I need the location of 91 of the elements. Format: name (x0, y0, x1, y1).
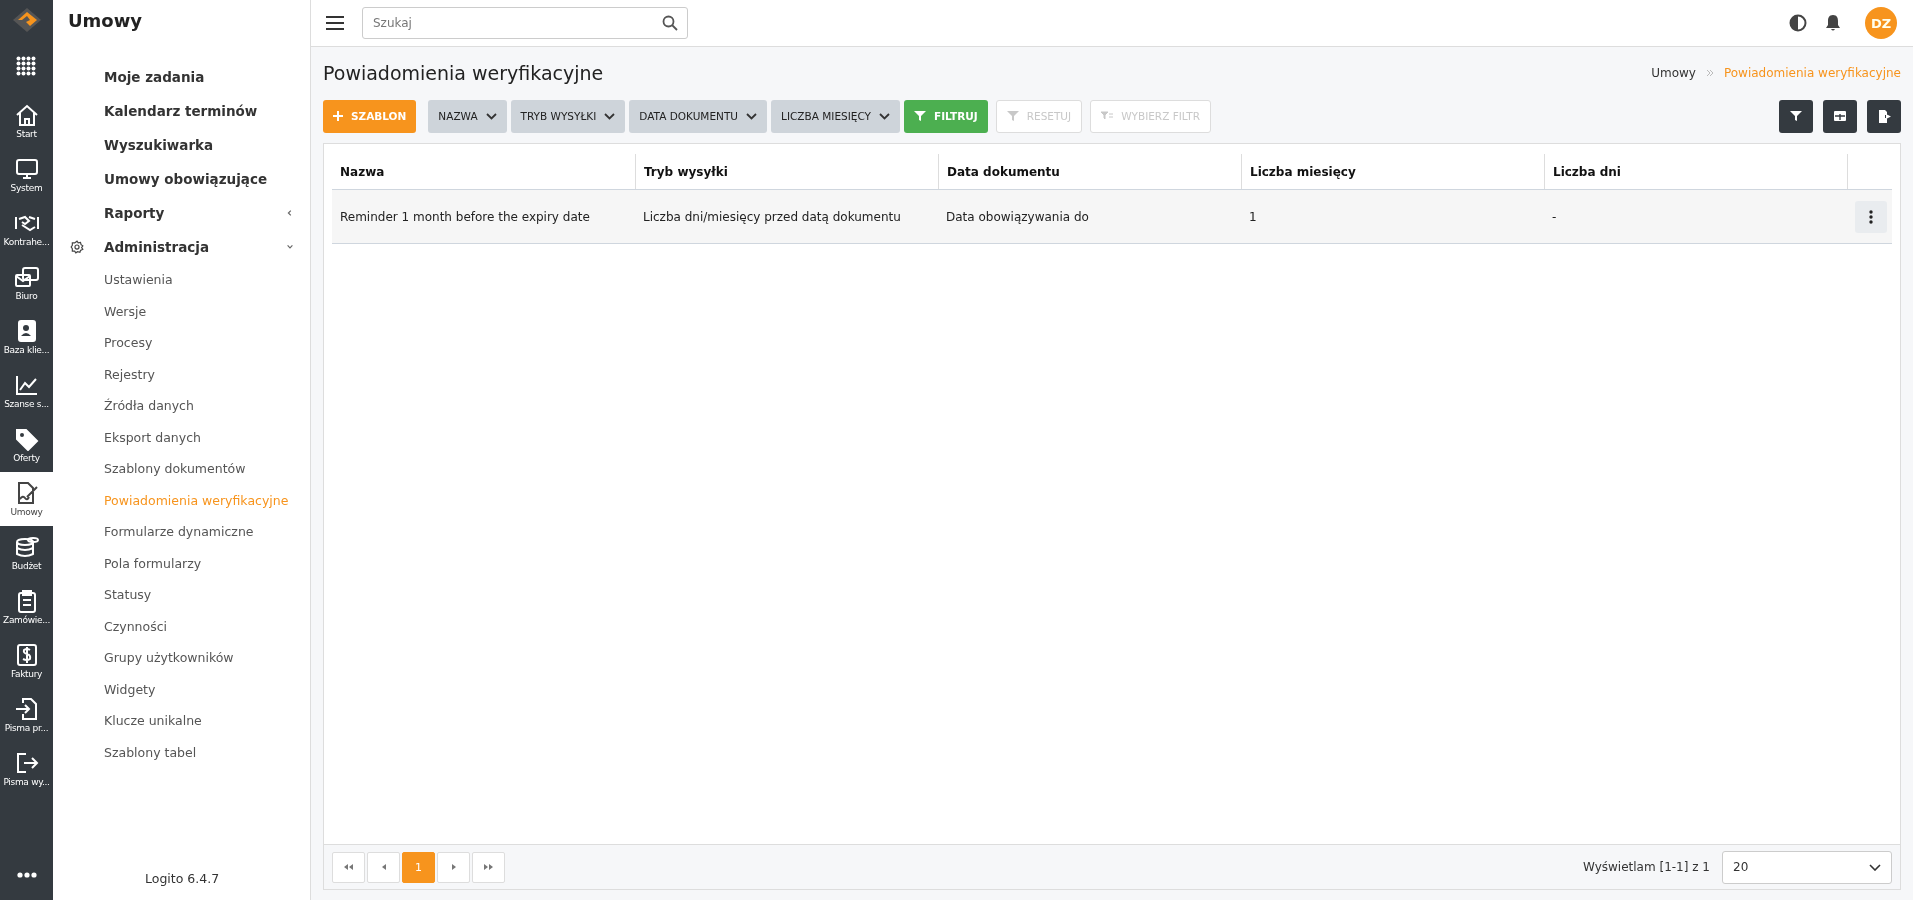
table-cell-text: Liczba dni/miesięcy przed datą dokumentu (642, 208, 902, 226)
monitor-icon (13, 157, 40, 181)
separator-icon (1705, 69, 1714, 77)
sidebar-item[interactable]: Raporty (53, 196, 310, 230)
rail-item[interactable]: Faktury (0, 634, 53, 688)
filter-dropdown[interactable]: NAZWA (428, 99, 507, 133)
page-summary: Wyświetlam [1-1] z 1 (1583, 860, 1710, 874)
sidebar-subitem[interactable]: Szablony dokumentów (53, 453, 310, 485)
file-export-icon (1877, 109, 1891, 123)
right-icon (451, 864, 456, 870)
column-header[interactable]: Nazwa (332, 154, 635, 189)
plus-icon (333, 111, 343, 121)
rail-item[interactable]: Zamówie... (0, 580, 53, 634)
sidebar-item[interactable]: Wyszukiwarka (53, 128, 310, 162)
sidebar-subitem[interactable]: Czynności (53, 610, 310, 642)
rail-item[interactable]: Budżet (0, 526, 53, 580)
sidebar-item[interactable]: Administracja (53, 230, 310, 264)
file-import-icon (13, 697, 40, 721)
rail-item[interactable]: Umowy (0, 472, 53, 526)
sidebar-subitem[interactable]: Ustawienia (53, 264, 310, 296)
table-cell-text: Reminder 1 month before the expiry date (339, 208, 591, 226)
coins-icon (13, 535, 40, 559)
more-icon[interactable] (16, 872, 37, 878)
search-icon[interactable] (662, 15, 678, 31)
row-menu-button[interactable] (1855, 200, 1887, 233)
filter-clear-icon (1006, 110, 1019, 122)
contrast-icon[interactable] (1789, 14, 1807, 32)
logo-icon (11, 7, 42, 33)
double-right-icon (484, 864, 493, 870)
envelope-icon (13, 265, 40, 289)
sidebar-subitem[interactable]: Szablony tabel (53, 736, 310, 768)
filter-dropdown[interactable]: TRYB WYSYŁKI (510, 99, 626, 133)
caret-icon (485, 112, 497, 120)
rail-item[interactable]: Pisma wy... (0, 742, 53, 796)
apps-grid-icon[interactable] (15, 56, 38, 78)
sidebar-subitem[interactable]: Statusy (53, 579, 310, 611)
sidebar-subitem[interactable]: Źródła danych (53, 390, 310, 422)
filter-settings-button[interactable] (1779, 99, 1813, 133)
sidebar-item[interactable]: Kalendarz terminów (53, 94, 310, 128)
table-icon (1834, 111, 1846, 121)
sidebar-item[interactable]: Umowy obowiązujące (53, 162, 310, 196)
rail-item[interactable]: Biuro (0, 256, 53, 310)
caret-icon (746, 112, 758, 120)
caret-icon (1869, 863, 1881, 871)
left-icon (381, 864, 386, 870)
settings-icon (70, 240, 84, 254)
filter-icon (1790, 111, 1802, 121)
table-cell-text: - (1551, 208, 1558, 226)
rail-item[interactable]: Oferty (0, 418, 53, 472)
columns-button[interactable] (1823, 99, 1857, 133)
caret-icon (604, 112, 616, 120)
filter-icon (914, 110, 926, 122)
page-size-select[interactable]: 20 (1722, 850, 1892, 884)
double-left-icon (344, 864, 353, 870)
version-label: Logito 6.4.7 (144, 871, 221, 888)
column-header[interactable]: Data dokumentu (938, 154, 1241, 189)
sidebar-subitem[interactable]: Wersje (53, 295, 310, 327)
breadcrumb-link[interactable]: Umowy (1651, 66, 1696, 80)
bell-icon[interactable] (1825, 14, 1841, 32)
filter-dropdown[interactable]: LICZBA MIESIĘCY (771, 99, 900, 133)
table-cell-text: Data obowiązywania do (945, 208, 1090, 226)
line-chart-icon (13, 373, 40, 397)
rail-item[interactable]: Baza klie... (0, 310, 53, 364)
caret-icon (879, 112, 890, 120)
column-header[interactable]: Tryb wysyłki (635, 154, 938, 189)
column-header[interactable]: Liczba dni (1544, 154, 1847, 189)
column-header[interactable]: Liczba miesięcy (1241, 154, 1544, 189)
rail-item[interactable]: Kontrahe... (0, 202, 53, 256)
rail-item[interactable]: Pisma pr... (0, 688, 53, 742)
rail-item[interactable]: System (0, 148, 53, 202)
table-cell-text: 1 (1248, 208, 1258, 226)
sidebar-subitem[interactable]: Rejestry (53, 358, 310, 390)
sidebar-subitem[interactable]: Eksport danych (53, 421, 310, 453)
kebab-icon (1869, 209, 1873, 224)
sidebar-subitem[interactable]: Klucze unikalne (53, 705, 310, 737)
filter-list-icon (1101, 111, 1114, 121)
sidebar-subitem[interactable]: Formularze dynamiczne (53, 516, 310, 548)
tag-icon (13, 427, 40, 451)
rail-item[interactable]: Start (0, 94, 53, 148)
filter-dropdown[interactable]: DATA DOKUMENTU (629, 99, 768, 133)
sidebar-subitem[interactable]: Widgety (53, 673, 310, 705)
sidebar-subitem[interactable]: Pola formularzy (53, 547, 310, 579)
rail-item[interactable]: Szanse s... (0, 364, 53, 418)
sidebar-subitem[interactable]: Procesy (53, 327, 310, 359)
sidebar-item[interactable]: Moje zadania (53, 60, 310, 94)
search-field[interactable]: Szukaj (362, 7, 688, 39)
module-title: Umowy (67, 9, 144, 33)
page-title: Powiadomienia weryfikacyjne (323, 62, 605, 84)
sidebar-subitem[interactable]: Grupy użytkowników (53, 642, 310, 674)
export-button[interactable] (1867, 99, 1901, 133)
menu-icon[interactable] (326, 16, 344, 30)
